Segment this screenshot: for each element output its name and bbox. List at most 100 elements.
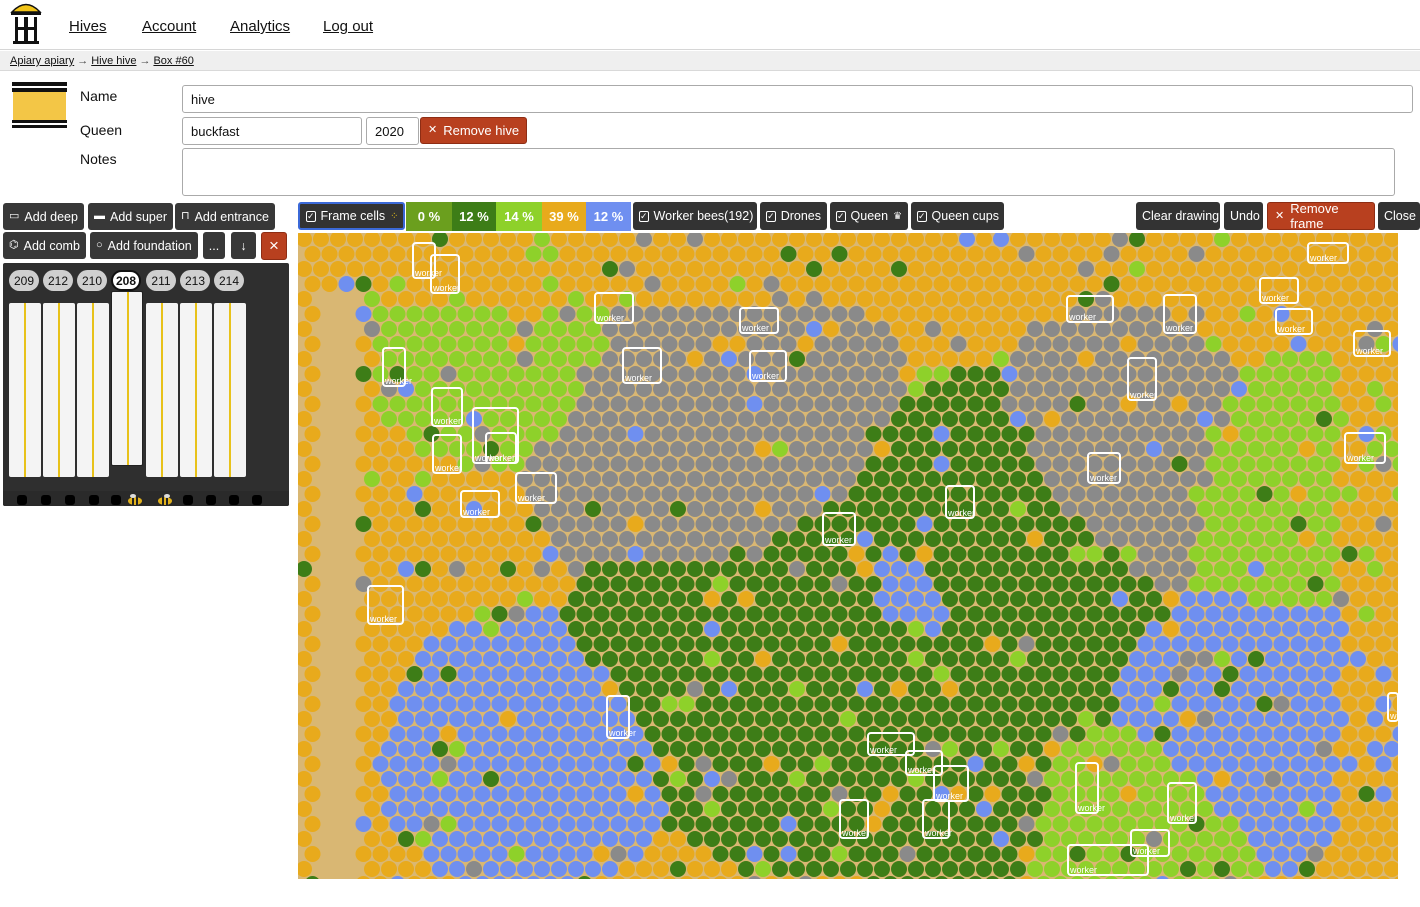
comb-cell <box>661 696 678 712</box>
comb-cell <box>1333 621 1349 637</box>
frame-tab[interactable]: 210 <box>77 270 107 291</box>
gratheon-logo-icon[interactable] <box>9 0 43 46</box>
comb-cell <box>993 681 1009 697</box>
frame-tab[interactable]: 209 <box>9 270 39 291</box>
comb-cell <box>1112 291 1128 307</box>
nav-hives-link[interactable]: Hives <box>69 18 107 35</box>
frame[interactable] <box>214 303 246 477</box>
frame[interactable] <box>9 303 41 477</box>
percent-value: 0 % <box>417 209 441 224</box>
comb-cell <box>772 531 788 547</box>
comb-cell <box>959 381 975 397</box>
nav-analytics-link[interactable]: Analytics <box>230 18 290 35</box>
comb-cell <box>304 426 321 442</box>
undo-button[interactable]: Undo <box>1224 202 1263 230</box>
comb-cell <box>585 651 601 667</box>
frame[interactable] <box>43 303 75 477</box>
queen-cups-toggle[interactable]: ✓ Queen cups <box>911 202 1004 230</box>
clear-drawing-button[interactable]: Clear drawing <box>1136 202 1220 230</box>
nav-logout-link[interactable]: Log out <box>323 18 373 35</box>
comb-cell <box>857 621 873 637</box>
comb-cell <box>687 411 703 427</box>
frame[interactable] <box>146 303 178 477</box>
remove-hive-button[interactable]: ✕ Remove hive <box>420 117 528 144</box>
comb-cell <box>593 426 610 442</box>
comb-cell <box>976 441 992 457</box>
comb-cell <box>585 771 601 787</box>
add-comb-button[interactable]: ⌬ Add comb <box>3 232 86 259</box>
comb-cell <box>415 591 431 607</box>
frame-tab[interactable]: 214 <box>214 270 244 291</box>
comb-cell <box>423 486 440 502</box>
comb-cell <box>1367 411 1383 427</box>
breadcrumb-box-link[interactable]: Box #60 <box>153 55 193 67</box>
comb-cell <box>1367 741 1383 757</box>
frame-photo[interactable]: worker worker worker worker worker worker work… <box>298 233 1398 879</box>
comb-cell <box>1324 786 1341 802</box>
add-foundation-label: Add foundation <box>107 238 192 253</box>
comb-cell <box>1163 621 1179 637</box>
delete-box-button[interactable]: × <box>261 232 287 260</box>
breadcrumb-hive-link[interactable]: Hive hive <box>91 55 136 67</box>
more-button[interactable]: ... <box>203 232 225 259</box>
comb-cell <box>304 846 321 862</box>
comb-cell <box>1197 291 1213 307</box>
comb-cell <box>1316 501 1332 517</box>
comb-cell <box>636 861 652 877</box>
comb-cell <box>908 711 924 727</box>
comb-cell <box>729 696 746 712</box>
frame[interactable] <box>180 303 212 477</box>
drones-toggle[interactable]: ✓ Drones <box>760 202 827 230</box>
frame-bar <box>127 292 129 465</box>
comb-cell <box>763 456 780 472</box>
comb-cell <box>1086 486 1103 502</box>
queen-race-input[interactable] <box>182 117 362 145</box>
add-deep-button[interactable]: ▭ Add deep <box>3 203 84 230</box>
add-entrance-button[interactable]: ⊓ Add entrance <box>175 203 275 230</box>
frame-cells-toggle[interactable]: ✓ Frame cells ⁘ <box>298 202 405 230</box>
comb-cell <box>797 816 814 832</box>
comb-cell <box>1137 276 1154 292</box>
comb-cell <box>933 396 950 412</box>
queen-toggle[interactable]: ✓ Queen ♛ <box>830 202 908 230</box>
comb-cell <box>534 291 550 307</box>
notes-textarea[interactable] <box>182 148 1395 196</box>
frame-tab[interactable]: 211 <box>146 270 176 291</box>
add-super-button[interactable]: ▬ Add super <box>88 203 173 230</box>
close-frame-button[interactable]: Close <box>1378 202 1420 230</box>
comb-cell <box>1163 351 1179 367</box>
comb-cell <box>1086 396 1103 412</box>
worker-detection-label: worker <box>1165 323 1193 333</box>
comb-cell <box>721 741 737 757</box>
comb-cell <box>823 501 839 517</box>
worker-bees-toggle[interactable]: ✓ Worker bees(192) <box>633 202 757 230</box>
comb-cell <box>1307 846 1324 862</box>
frame-tab[interactable]: 212 <box>43 270 73 291</box>
comb-cell <box>1341 726 1358 742</box>
comb-cell <box>789 501 805 517</box>
hive-name-input[interactable] <box>182 85 1413 113</box>
frame[interactable] <box>77 303 109 477</box>
comb-cell <box>653 861 669 877</box>
frame-active[interactable] <box>111 291 143 466</box>
frame-cells-overlay[interactable]: workerworkerworkerworkerworkerworkerwork… <box>298 233 1398 879</box>
comb-cell <box>1044 741 1060 757</box>
comb-cell <box>908 261 924 277</box>
checkbox-checked-icon: ✓ <box>306 210 316 222</box>
frame-tab-active[interactable]: 208 <box>111 270 141 291</box>
comb-cell <box>610 516 627 532</box>
comb-cell <box>1350 261 1366 277</box>
add-foundation-button[interactable]: ○ Add foundation <box>90 232 198 259</box>
breadcrumb-apiary-link[interactable]: Apiary apiary <box>10 55 74 67</box>
frame-tab[interactable]: 213 <box>180 270 210 291</box>
queen-year-input[interactable] <box>366 117 419 145</box>
nav-account-link[interactable]: Account <box>142 18 196 35</box>
comb-cell <box>1341 246 1358 262</box>
comb-cell <box>1273 816 1290 832</box>
move-down-button[interactable]: ↓ <box>231 232 256 259</box>
comb-cell <box>593 276 610 292</box>
comb-cell <box>1282 411 1298 427</box>
comb-cell <box>1307 816 1324 832</box>
comb-cell <box>534 591 550 607</box>
remove-frame-button[interactable]: ✕ Remove frame <box>1267 201 1375 231</box>
